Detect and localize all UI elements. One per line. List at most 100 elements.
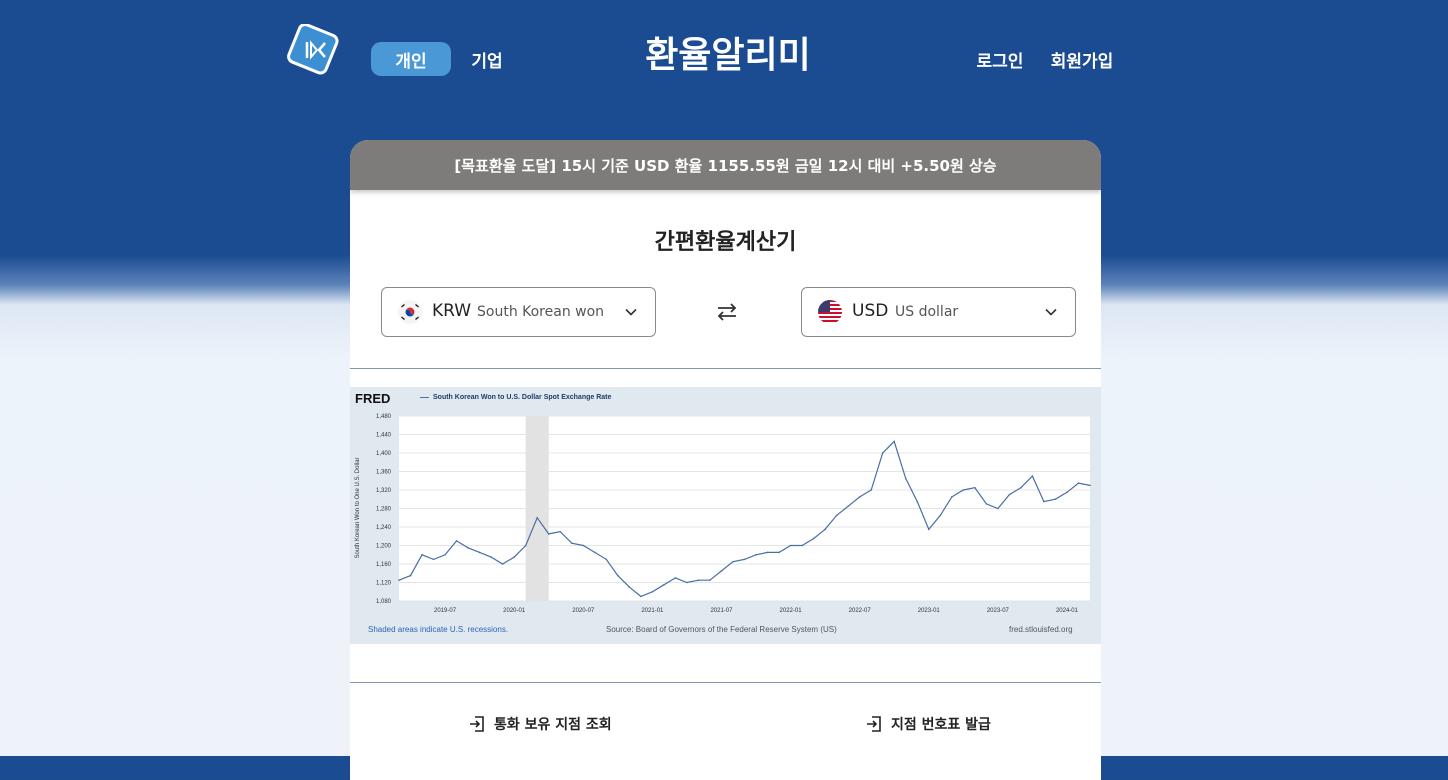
data-point xyxy=(720,570,723,572)
south-korea-flag-icon xyxy=(398,300,422,324)
data-point xyxy=(766,551,769,554)
data-point xyxy=(904,477,907,480)
y-tick-label: 1,360 xyxy=(376,470,392,476)
data-point xyxy=(467,547,469,549)
chart-site-link[interactable]: fred.stlouisfed.org xyxy=(1009,625,1073,634)
data-point xyxy=(916,500,919,503)
data-point xyxy=(1031,475,1034,477)
data-point xyxy=(847,505,849,507)
x-tick-label: 2023-01 xyxy=(918,608,941,614)
swap-arrows-icon[interactable] xyxy=(714,299,740,325)
data-point xyxy=(962,489,965,491)
data-point xyxy=(1020,486,1022,489)
calculator-title: 간편환율계산기 xyxy=(654,230,797,255)
branch-lookup-label: 통화 보유 지점 조회 xyxy=(494,717,612,733)
data-point xyxy=(605,558,608,561)
chart-source: Source: Board of Governors of the Federa… xyxy=(606,625,837,634)
data-point xyxy=(513,556,515,558)
data-point xyxy=(490,556,492,558)
y-tick-label: 1,120 xyxy=(376,581,392,587)
divider xyxy=(350,368,1101,369)
data-point xyxy=(812,537,815,540)
data-point xyxy=(997,507,999,510)
data-point xyxy=(582,544,585,547)
exchange-card: [목표환율 도달] 15시 기준 USD 환율 1155.55원 금일 12시 … xyxy=(350,140,1101,780)
data-point xyxy=(974,486,976,489)
data-point xyxy=(835,514,838,517)
data-point xyxy=(939,514,942,517)
y-tick-label: 1,320 xyxy=(376,488,392,494)
chart-plot: 1,080 1,120 1,160 1,200 1,240 1,280 1,320 1,360… xyxy=(376,414,1091,614)
data-point xyxy=(421,553,423,556)
data-point xyxy=(1008,493,1011,496)
app-logo[interactable] xyxy=(286,23,340,78)
data-point xyxy=(478,551,481,554)
data-point xyxy=(444,553,446,556)
data-point xyxy=(409,574,412,577)
data-point xyxy=(663,584,665,586)
to-currency-name: US dollar xyxy=(895,304,959,320)
data-point xyxy=(755,553,757,556)
data-point xyxy=(559,530,562,533)
chevron-down-icon xyxy=(625,308,637,316)
us-flag-icon xyxy=(818,300,842,324)
y-tick-label: 1,280 xyxy=(376,507,392,513)
login-link[interactable]: 로그인 xyxy=(968,44,1032,74)
recession-note: Shaded areas indicate U.S. recessions. xyxy=(368,625,509,634)
tab-personal[interactable]: 개인 xyxy=(371,42,451,76)
data-point xyxy=(697,579,700,581)
from-currency-code: KRW xyxy=(432,301,472,321)
y-tick-label: 1,160 xyxy=(376,562,392,568)
y-tick-label: 1,080 xyxy=(376,599,392,605)
data-point xyxy=(640,595,642,598)
to-currency-select[interactable]: USD US dollar xyxy=(801,287,1076,337)
branch-ticket-button[interactable]: 지점 번호표 발급 xyxy=(865,713,991,735)
data-point xyxy=(881,452,884,454)
data-point xyxy=(985,503,988,505)
data-point xyxy=(732,560,734,563)
data-point xyxy=(824,528,826,531)
data-point xyxy=(870,489,872,491)
x-tick-label: 2022-01 xyxy=(780,608,803,614)
data-point xyxy=(858,496,861,498)
from-currency-name: South Korean won xyxy=(477,304,605,320)
sign-in-icon xyxy=(470,716,484,732)
y-tick-label: 1,440 xyxy=(376,433,392,439)
y-tick-label: 1,400 xyxy=(376,451,392,457)
to-currency-code: USD xyxy=(852,301,889,321)
data-point xyxy=(1077,482,1080,484)
data-point xyxy=(455,540,458,542)
data-point xyxy=(778,551,780,554)
from-currency-select[interactable]: KRW South Korean won xyxy=(381,287,656,337)
target-rate-banner: [목표환율 도달] 15시 기준 USD 환율 1155.55원 금일 12시 … xyxy=(350,140,1101,190)
data-point xyxy=(801,544,803,547)
data-point xyxy=(536,516,538,519)
data-point xyxy=(547,533,550,535)
data-point xyxy=(1089,484,1091,487)
data-point xyxy=(686,581,688,584)
exchange-rate-chart: FRED South Korean Won to U.S. Dollar Spo… xyxy=(350,387,1101,644)
x-tick-label: 2020-01 xyxy=(503,608,526,614)
chevron-down-icon xyxy=(1045,308,1057,316)
data-point xyxy=(743,558,746,561)
x-tick-label: 2024-01 xyxy=(1056,608,1079,614)
data-point xyxy=(398,579,400,581)
data-point xyxy=(674,577,677,579)
data-point xyxy=(951,496,953,498)
x-tick-label: 2020-07 xyxy=(572,608,595,614)
sign-in-icon xyxy=(867,716,881,732)
divider xyxy=(350,682,1101,683)
data-point xyxy=(1043,500,1045,503)
branch-currency-lookup-button[interactable]: 통화 보유 지점 조회 xyxy=(468,713,612,735)
data-point xyxy=(628,586,631,588)
data-point xyxy=(1066,491,1068,494)
x-tick-label: 2023-07 xyxy=(987,608,1010,614)
y-tick-label: 1,480 xyxy=(376,414,392,420)
x-tick-label: 2021-01 xyxy=(641,608,664,614)
data-point xyxy=(651,590,654,593)
x-tick-label: 2021-07 xyxy=(710,608,733,614)
signup-link[interactable]: 회원가입 xyxy=(1044,44,1120,74)
data-point xyxy=(709,579,711,581)
data-point xyxy=(1054,498,1057,501)
tab-business[interactable]: 기업 xyxy=(458,42,516,76)
